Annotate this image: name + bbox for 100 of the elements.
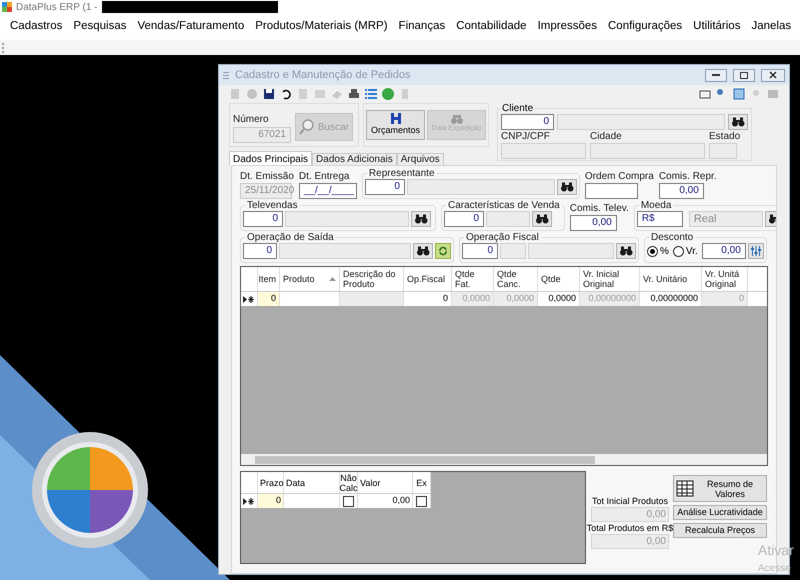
menu-item[interactable]: Produtos/Materiais (MRP): [255, 18, 388, 36]
total-label: Tot Inicial Produtos: [592, 495, 668, 507]
group-label: Representante: [368, 168, 436, 179]
table-cell: 0,0000: [452, 292, 494, 306]
tab[interactable]: Dados Principais: [229, 151, 312, 165]
new-row-marker-icon: [243, 296, 255, 302]
column-header[interactable]: Item: [258, 267, 280, 291]
radio-button[interactable]: [672, 246, 684, 256]
field-label: Dt. Entrega: [298, 171, 350, 183]
menu-item[interactable]: Cadastros: [10, 18, 62, 36]
column-header[interactable]: Qtde Canc.: [494, 267, 538, 291]
input-field[interactable]: 0,00: [658, 183, 704, 199]
column-header[interactable]: Qtde Fat.: [452, 267, 494, 291]
tab[interactable]: Dados Adicionais: [312, 153, 397, 165]
lookup-button[interactable]: [413, 243, 433, 259]
column-header[interactable]: Ex: [413, 472, 431, 493]
input-field[interactable]: R$: [636, 211, 683, 227]
window-title: Cadastro e Manutenção de Pedidos: [235, 68, 412, 83]
action-button[interactable]: Recalcula Preços: [673, 523, 767, 538]
field-label: Ordem Compra: [584, 171, 654, 183]
undo-icon[interactable]: [280, 88, 292, 100]
minimize-icon: [712, 74, 720, 76]
table-cell: 0: [702, 292, 748, 306]
app-logo-icon: [2, 2, 12, 12]
action-button[interactable]: Análise Lucratividade: [673, 505, 767, 520]
horizontal-scrollbar[interactable]: [241, 454, 767, 465]
menu-item[interactable]: Janelas: [751, 18, 792, 36]
column-header[interactable]: Produto: [280, 267, 340, 291]
sliders-button[interactable]: [748, 243, 764, 259]
save-icon[interactable]: [263, 88, 275, 100]
input-field[interactable]: [584, 183, 638, 199]
field-label: Número: [233, 114, 270, 126]
lookup-button[interactable]: [616, 243, 636, 259]
menu-item[interactable]: Vendas/Faturamento: [137, 18, 244, 36]
column-header[interactable]: Prazo: [258, 472, 284, 493]
quotes-button[interactable]: Orçamentos: [366, 110, 425, 140]
field-label: Comis. Telev.: [570, 203, 629, 215]
field-label: Cidade: [590, 131, 623, 143]
summary-button[interactable]: Resumo de Valores: [673, 475, 767, 502]
column-header[interactable]: Valor: [358, 472, 413, 493]
column-header[interactable]: Qtde: [538, 267, 580, 291]
menu-item[interactable]: Configurações: [608, 18, 682, 36]
maximize-button[interactable]: [733, 68, 755, 82]
input-field[interactable]: 0: [243, 211, 283, 227]
column-header[interactable]: Vr. Unitário: [640, 267, 702, 291]
new-row-marker-icon: [243, 498, 255, 504]
group-label: Moeda: [640, 200, 672, 211]
binoculars-icon: [450, 115, 464, 124]
column-header[interactable]: Op.Fiscal: [404, 267, 452, 291]
input-field[interactable]: __/__/____: [298, 183, 357, 199]
checkbox[interactable]: [416, 496, 427, 506]
menu-item[interactable]: Finanças: [398, 18, 446, 36]
checkbox[interactable]: [343, 496, 354, 506]
app-title: DataPlus ERP (1 -: [16, 0, 98, 14]
radio-button[interactable]: [647, 246, 658, 256]
menu-item[interactable]: Impressões: [538, 18, 597, 36]
input-field[interactable]: 0: [364, 179, 405, 195]
grip-icon: [2, 42, 5, 53]
lookup-button[interactable]: [556, 179, 577, 195]
total-label: Total Produtos em R$: [586, 522, 674, 534]
column-header[interactable]: Descrição do Produto: [340, 267, 404, 291]
radio-label: %: [660, 244, 669, 258]
description-field: [709, 143, 737, 159]
total-field: 0,00: [591, 507, 669, 522]
binoculars-icon: [619, 246, 633, 256]
input-field[interactable]: 0,00: [702, 243, 746, 259]
lookup-button[interactable]: [728, 114, 748, 130]
tab[interactable]: Arquivos: [396, 153, 444, 165]
print-icon[interactable]: [348, 88, 360, 100]
refresh-button[interactable]: [435, 243, 451, 259]
menu-item[interactable]: Utilitários: [693, 18, 740, 36]
input-field[interactable]: 0,00: [570, 215, 617, 231]
column-header[interactable]: Data: [284, 472, 340, 493]
input-field[interactable]: 0: [462, 243, 498, 259]
column-header[interactable]: Não Calc: [340, 472, 358, 493]
lookup-button[interactable]: [532, 211, 552, 227]
column-header[interactable]: Vr. Unitá Original: [702, 267, 748, 291]
description-field: [500, 243, 526, 259]
input-field[interactable]: 0: [444, 211, 484, 227]
list-icon[interactable]: [365, 88, 377, 100]
menu-item[interactable]: Pesquisas: [73, 18, 126, 36]
table-cell: 0,00000000: [580, 292, 640, 306]
search-icon: [299, 119, 315, 135]
input-field[interactable]: 0: [501, 114, 554, 130]
radio-label: Vr.: [686, 244, 698, 258]
column-header[interactable]: Vr. Inicial Original: [580, 267, 640, 291]
field-label: Comis. Repr.: [658, 171, 717, 183]
close-button[interactable]: [761, 68, 785, 82]
field-label: Dt. Emissão: [240, 171, 294, 183]
input-field[interactable]: 0: [243, 243, 277, 259]
minimize-button[interactable]: [705, 68, 727, 82]
table-icon: [676, 480, 694, 497]
menu-item[interactable]: Contabilidade: [456, 18, 527, 36]
group-label: Cliente: [501, 103, 534, 114]
binoculars-icon: [560, 182, 574, 192]
group-label: Operação Fiscal: [465, 232, 540, 243]
sliders-icon: [750, 246, 761, 256]
refresh-icon: [438, 246, 448, 256]
lookup-button[interactable]: [411, 211, 431, 227]
window-icon[interactable]: [733, 88, 745, 100]
